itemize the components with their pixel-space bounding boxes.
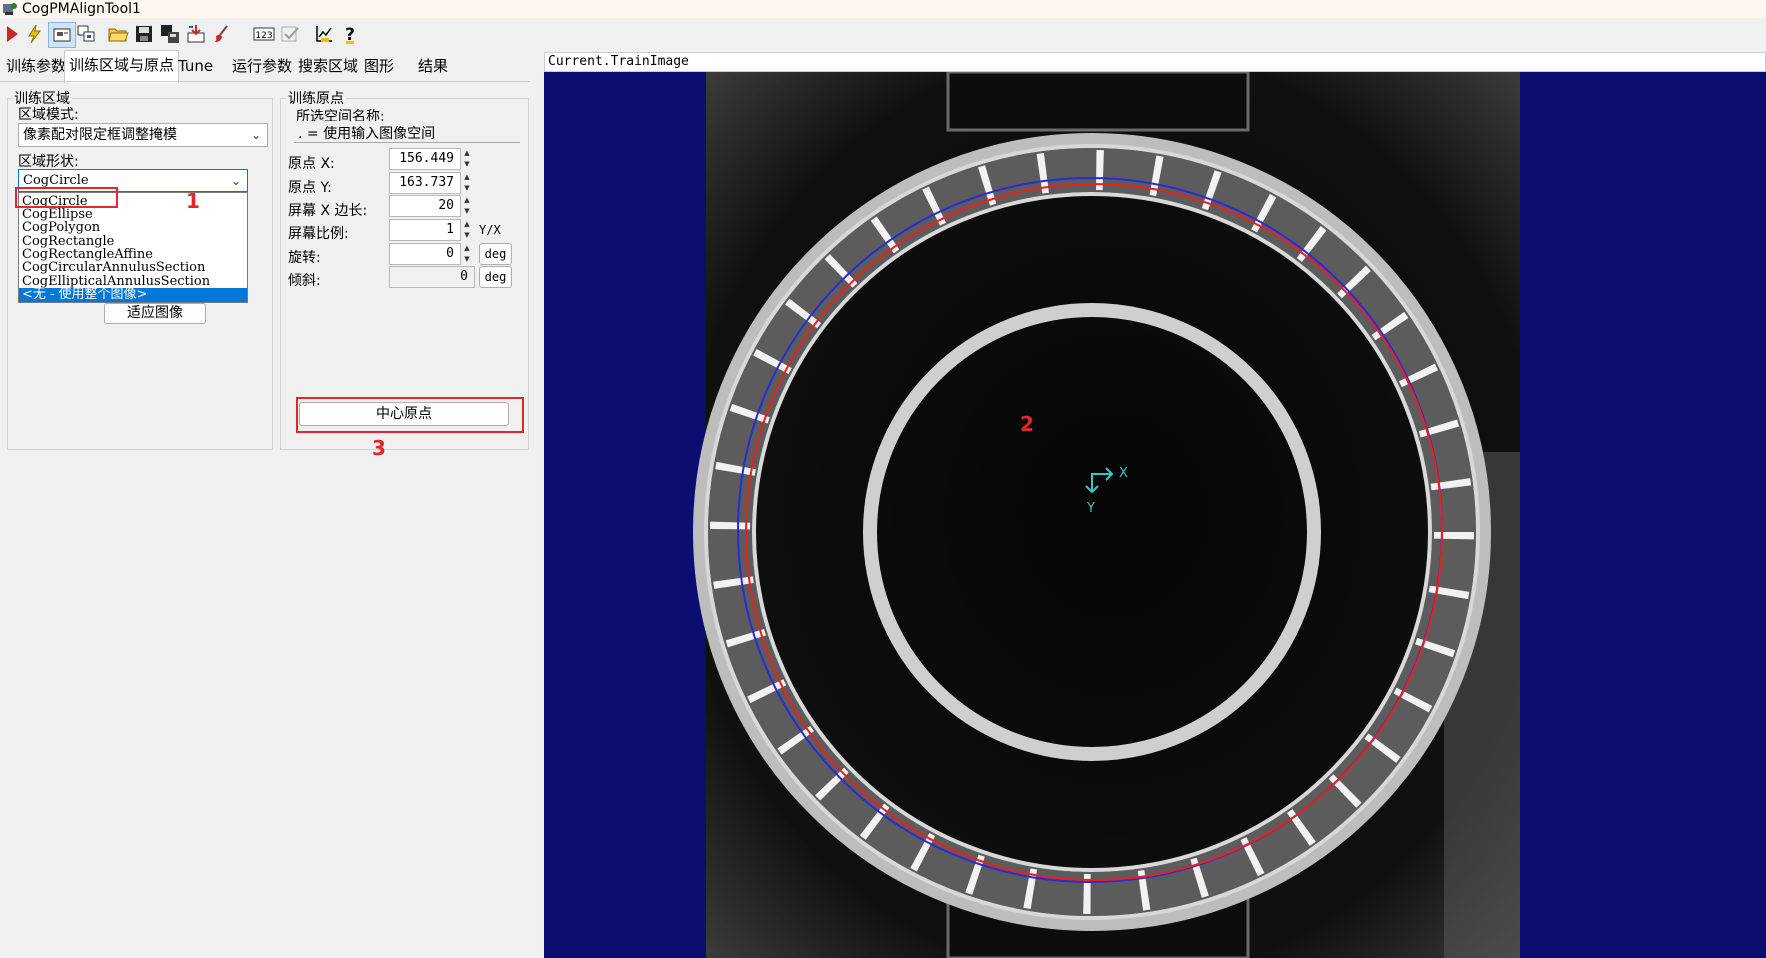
screen-ratio-spinner[interactable]: ▲ ▼ (460, 219, 474, 241)
ratio-unit: Y/X (479, 223, 501, 237)
skew-deg-button[interactable]: deg (479, 266, 512, 288)
region-mode-value: 像素配对限定框调整掩模 (23, 127, 177, 143)
tab-graphics[interactable]: 图形 (360, 52, 398, 82)
origin-x-spinner[interactable]: ▲ ▼ (460, 148, 474, 170)
annotation-number-1: 1 (186, 189, 200, 213)
train-origin-legend: 训练原点 (286, 88, 346, 108)
space-name-field[interactable]: . = 使用输入图像空间 (294, 121, 520, 143)
option-cogcircularannulussection[interactable]: CogCircularAnnulusSection (22, 261, 205, 274)
image-top-mount (946, 72, 1250, 132)
tab-search-region[interactable]: 搜索区域 (294, 52, 362, 82)
image-view-header: Current.TrainImage (544, 52, 1766, 72)
windows-icon[interactable] (74, 22, 98, 46)
rotation-spinner[interactable]: ▲ ▼ (460, 243, 474, 265)
save-icon[interactable] (132, 22, 156, 46)
rotation-deg-button[interactable]: deg (479, 243, 512, 265)
skew-input[interactable]: 0 (389, 266, 475, 288)
chevron-down-icon: ⌄ (250, 128, 261, 142)
tab-train-params[interactable]: 训练参数 (2, 52, 70, 82)
tab-strip: 训练参数 训练区域与原点 Tune 运行参数 搜索区域 图形 结果 (0, 50, 520, 83)
lightning-icon[interactable] (22, 22, 46, 46)
check-icon[interactable] (278, 22, 302, 46)
screen-x-length-label: 屏幕 X 边长: (288, 203, 368, 219)
space-name-value: . = 使用输入图像空间 (298, 126, 436, 142)
import-icon[interactable] (184, 22, 208, 46)
screen-ratio-label: 屏幕比例: (288, 226, 349, 242)
tab-tune[interactable]: Tune (174, 52, 217, 82)
screen-x-length-spinner[interactable]: ▲ ▼ (460, 195, 474, 217)
title-bar: CogPMAlignTool1 (0, 0, 1766, 18)
train-image[interactable]: X Y 2 (544, 72, 1766, 958)
region-mode-select[interactable]: 像素配对限定框调整掩模 ⌄ (18, 123, 268, 147)
play-icon[interactable] (0, 22, 24, 46)
region-mode-label: 区域模式: (18, 107, 79, 123)
image-view-icon[interactable] (48, 22, 76, 48)
fit-image-button[interactable]: 适应图像 (104, 303, 206, 324)
rotation-label: 旋转: (288, 250, 321, 266)
skew-label: 倾斜: (288, 273, 321, 289)
region-shape-value: CogCircle (23, 173, 89, 188)
tab-divider (0, 81, 530, 82)
help-icon[interactable]: ? (338, 22, 362, 46)
region-shape-dropdown[interactable]: CogCircle CogEllipse CogPolygon CogRecta… (18, 192, 248, 303)
origin-y-spinner[interactable]: ▲ ▼ (460, 172, 474, 194)
window-title: CogPMAlignTool1 (22, 1, 141, 17)
origin-x-input[interactable]: 156.449 (389, 148, 461, 170)
option-use-whole-image[interactable]: <无 - 使用整个图像> (19, 288, 247, 302)
tab-results[interactable]: 结果 (414, 52, 452, 82)
toolbar: 123 ? (0, 18, 1766, 50)
annotation-box-1 (15, 187, 118, 208)
save-as-icon[interactable] (158, 22, 182, 46)
origin-y-axis-label: Y (1086, 501, 1095, 516)
svg-text:123: 123 (255, 31, 272, 41)
open-folder-icon[interactable] (106, 22, 130, 46)
origin-x-label: 原点 X: (288, 156, 335, 172)
number-icon[interactable]: 123 (252, 22, 276, 46)
annotation-number-3: 3 (372, 436, 386, 460)
region-shape-label: 区域形状: (18, 154, 79, 170)
app-icon (2, 1, 18, 17)
origin-y-label: 原点 Y: (288, 180, 332, 196)
rotation-input[interactable]: 0 (389, 243, 461, 265)
screen-ratio-input[interactable]: 1 (389, 219, 461, 241)
origin-x-axis-label: X (1119, 466, 1128, 481)
option-cogpolygon[interactable]: CogPolygon (22, 221, 100, 234)
annotation-box-3 (296, 397, 524, 433)
origin-y-input[interactable]: 163.737 (389, 172, 461, 194)
graph-icon[interactable] (312, 22, 336, 46)
chevron-down-icon: ⌄ (230, 174, 241, 188)
image-display[interactable]: X Y 2 (544, 72, 1766, 958)
image-view-title: Current.TrainImage (548, 54, 689, 69)
annotation-number-2: 2 (1020, 412, 1034, 436)
screen-x-length-input[interactable]: 20 (389, 195, 461, 217)
brush-icon[interactable] (210, 22, 234, 46)
tab-run-params[interactable]: 运行参数 (228, 52, 296, 82)
tab-train-region-origin[interactable]: 训练区域与原点 (64, 50, 180, 83)
